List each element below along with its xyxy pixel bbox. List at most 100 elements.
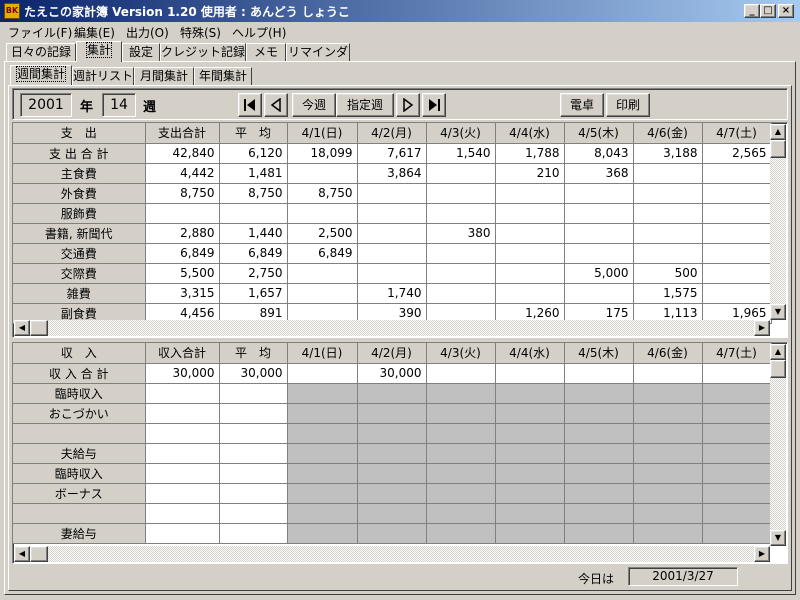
table-cell[interactable] xyxy=(702,223,772,244)
column-header[interactable]: 4/6(金) xyxy=(633,123,703,144)
scroll-down-button[interactable]: ▼ xyxy=(770,530,786,546)
table-cell[interactable] xyxy=(287,503,358,524)
table-cell[interactable] xyxy=(495,523,565,544)
table-cell[interactable]: 42,840 xyxy=(145,143,220,164)
column-header[interactable]: 4/1(日) xyxy=(287,343,358,364)
table-cell[interactable] xyxy=(495,423,565,444)
table-cell[interactable] xyxy=(287,443,358,464)
table-cell[interactable] xyxy=(357,483,427,504)
table-cell[interactable] xyxy=(495,243,565,264)
row-header[interactable]: 交際費 xyxy=(13,263,146,284)
table-cell[interactable] xyxy=(702,183,772,204)
row-header[interactable]: 妻給与 xyxy=(13,523,146,544)
table-cell[interactable] xyxy=(357,443,427,464)
table-cell[interactable]: 4,442 xyxy=(145,163,220,184)
scroll-left-button[interactable]: ◀ xyxy=(14,546,30,562)
table-cell[interactable] xyxy=(357,423,427,444)
column-header[interactable]: 支 出 xyxy=(13,123,146,144)
table-cell[interactable] xyxy=(287,463,358,484)
subtab-weekly-summary[interactable]: 週間集計 xyxy=(10,65,72,85)
table-cell[interactable] xyxy=(287,523,358,544)
table-cell[interactable] xyxy=(495,463,565,484)
table-cell[interactable] xyxy=(145,523,220,544)
table-cell[interactable] xyxy=(564,203,634,224)
table-cell[interactable] xyxy=(564,443,634,464)
table-cell[interactable]: 2,565 xyxy=(702,143,772,164)
table-cell[interactable]: 1,657 xyxy=(219,283,288,304)
column-header[interactable]: 4/1(日) xyxy=(287,123,358,144)
column-header[interactable]: 4/2(月) xyxy=(357,123,427,144)
table-cell[interactable] xyxy=(702,463,772,484)
scroll-down-button[interactable]: ▼ xyxy=(770,304,786,320)
table-cell[interactable]: 8,750 xyxy=(219,183,288,204)
scroll-up-button[interactable]: ▲ xyxy=(770,124,786,140)
table-cell[interactable]: 5,500 xyxy=(145,263,220,284)
table-cell[interactable] xyxy=(564,243,634,264)
menu-help[interactable]: ヘルプ(H) xyxy=(232,24,286,41)
menu-special[interactable]: 特殊(S) xyxy=(180,24,221,41)
table-cell[interactable]: 1,740 xyxy=(357,283,427,304)
table-cell[interactable] xyxy=(495,503,565,524)
table-cell[interactable] xyxy=(145,423,220,444)
table-cell[interactable] xyxy=(633,363,703,384)
tab-summary[interactable]: 集計 xyxy=(76,41,122,62)
table-cell[interactable] xyxy=(219,203,288,224)
table-cell[interactable] xyxy=(633,423,703,444)
tab-settings[interactable]: 設定 xyxy=(122,43,160,61)
row-header[interactable] xyxy=(13,503,146,524)
table-cell[interactable] xyxy=(564,463,634,484)
table-cell[interactable] xyxy=(564,383,634,404)
table-cell[interactable]: 7,617 xyxy=(357,143,427,164)
table-cell[interactable]: 368 xyxy=(564,163,634,184)
subtab-monthly-summary[interactable]: 月間集計 xyxy=(134,67,194,85)
table-cell[interactable] xyxy=(357,503,427,524)
row-header[interactable]: 臨時収入 xyxy=(13,383,146,404)
column-header[interactable]: 収入合計 xyxy=(145,343,220,364)
table-cell[interactable] xyxy=(287,483,358,504)
table-cell[interactable] xyxy=(357,383,427,404)
table-cell[interactable] xyxy=(564,403,634,424)
table-cell[interactable]: 380 xyxy=(426,223,496,244)
row-header[interactable] xyxy=(13,423,146,444)
table-cell[interactable]: 1,788 xyxy=(495,143,565,164)
table-cell[interactable] xyxy=(287,383,358,404)
table-cell[interactable] xyxy=(426,243,496,264)
row-header[interactable]: 主食費 xyxy=(13,163,146,184)
row-header[interactable]: 夫給与 xyxy=(13,443,146,464)
table-cell[interactable] xyxy=(426,263,496,284)
table-cell[interactable]: 8,750 xyxy=(145,183,220,204)
table-cell[interactable]: 1,481 xyxy=(219,163,288,184)
table-cell[interactable] xyxy=(564,283,634,304)
table-cell[interactable] xyxy=(219,423,288,444)
table-cell[interactable] xyxy=(145,403,220,424)
table-cell[interactable] xyxy=(495,263,565,284)
table-cell[interactable] xyxy=(145,503,220,524)
column-header[interactable]: 4/3(火) xyxy=(426,123,496,144)
table-cell[interactable] xyxy=(702,203,772,224)
table-cell[interactable]: 18,099 xyxy=(287,143,358,164)
maximize-button[interactable]: □ xyxy=(760,4,776,18)
table-cell[interactable] xyxy=(633,443,703,464)
table-cell[interactable] xyxy=(495,363,565,384)
this-week-button[interactable]: 今週 xyxy=(292,93,336,117)
menu-output[interactable]: 出力(O) xyxy=(126,24,169,41)
table-cell[interactable] xyxy=(145,463,220,484)
table-cell[interactable] xyxy=(287,403,358,424)
year-field[interactable]: 2001 xyxy=(20,93,72,117)
table-cell[interactable] xyxy=(357,523,427,544)
table-cell[interactable] xyxy=(633,203,703,224)
column-header[interactable]: 4/7(土) xyxy=(702,343,772,364)
table-cell[interactable] xyxy=(633,463,703,484)
row-header[interactable]: 服飾費 xyxy=(13,203,146,224)
table-cell[interactable] xyxy=(287,203,358,224)
expense-hscroll[interactable]: ◀ ▶ xyxy=(14,320,770,336)
select-week-button[interactable]: 指定週 xyxy=(336,93,394,117)
table-cell[interactable]: 8,750 xyxy=(287,183,358,204)
table-cell[interactable] xyxy=(702,243,772,264)
row-header[interactable]: 外食費 xyxy=(13,183,146,204)
table-cell[interactable]: 3,864 xyxy=(357,163,427,184)
row-header[interactable]: 臨時収入 xyxy=(13,463,146,484)
table-cell[interactable] xyxy=(219,463,288,484)
table-cell[interactable] xyxy=(357,203,427,224)
table-cell[interactable] xyxy=(702,423,772,444)
